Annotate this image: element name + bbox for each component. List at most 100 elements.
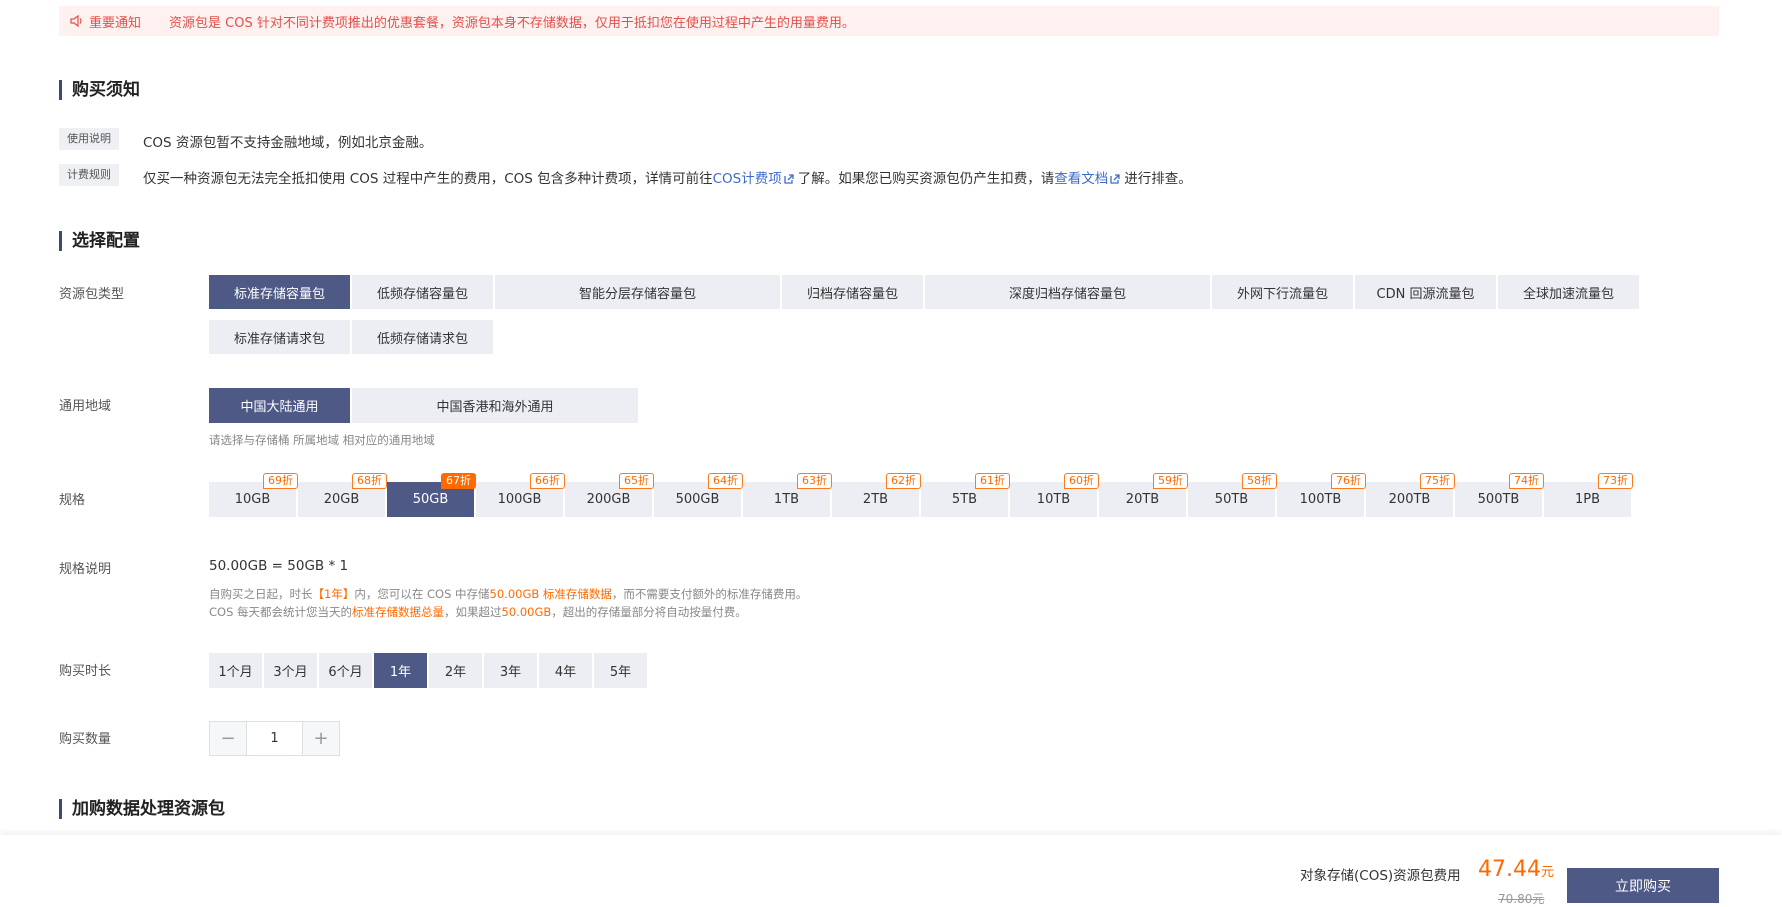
spec-size: 1PB <box>1574 492 1601 507</box>
duration-option[interactable]: 6个月 <box>319 653 372 688</box>
duration-option[interactable]: 3年 <box>484 653 537 688</box>
package-type-option[interactable]: 归档存储容量包 <box>782 275 923 309</box>
package-type-option[interactable]: 智能分层存储容量包 <box>495 275 780 309</box>
cos-billing-link[interactable]: COS计费项 <box>713 171 782 187</box>
discount-badge: 61折 <box>975 473 1010 489</box>
spec-option[interactable]: 20GB 68折 <box>298 473 387 517</box>
spec-note-1a: 自购买之日起，时长 <box>209 587 313 601</box>
spec-option[interactable]: 10GB 69折 <box>209 473 298 517</box>
spec-size: 500GB <box>675 492 720 507</box>
spec-size: 100GB <box>497 492 542 507</box>
spec-option[interactable]: 500GB 64折 <box>654 473 743 517</box>
buy-now-button[interactable]: 立即购买 <box>1567 868 1719 903</box>
discount-badge: 75折 <box>1420 473 1455 489</box>
spec-size: 2TB <box>862 492 889 507</box>
spec-option[interactable]: 100GB 66折 <box>476 473 565 517</box>
package-type-option[interactable]: 全球加速流量包 <box>1498 275 1639 309</box>
discount-badge: 62折 <box>886 473 921 489</box>
package-type-option[interactable]: 深度归档存储容量包 <box>925 275 1210 309</box>
duration-option[interactable]: 3个月 <box>264 653 317 688</box>
discount-badge: 73折 <box>1598 473 1633 489</box>
spec-note-1c: ，而不需要支付额外的标准存储费用。 <box>611 587 808 601</box>
discount-badge: 58折 <box>1242 473 1277 489</box>
duration-option[interactable]: 1年 <box>374 653 427 688</box>
spec-option[interactable]: 200TB 75折 <box>1366 473 1455 517</box>
duration-option[interactable]: 5年 <box>594 653 647 688</box>
spec-option[interactable]: 50TB 58折 <box>1188 473 1277 517</box>
quantity-input[interactable]: 1 <box>246 722 303 755</box>
notice-title: 重要通知 <box>89 15 142 31</box>
external-link-icon <box>784 174 794 184</box>
discount-badge: 60折 <box>1064 473 1099 489</box>
duration-option[interactable]: 4年 <box>539 653 592 688</box>
duration-option[interactable]: 2年 <box>429 653 482 688</box>
package-type-option[interactable]: 低频存储请求包 <box>352 320 493 354</box>
spec-size: 20GB <box>323 492 360 507</box>
spec-option[interactable]: 10TB 60折 <box>1010 473 1099 517</box>
spec-size: 200TB <box>1388 492 1431 507</box>
discount-badge: 74折 <box>1509 473 1544 489</box>
spec-note-2: COS 每天都会统计您当天的标准存储数据总量，如果超过50.00GB，超出的存储… <box>209 604 747 620</box>
discount-badge: 65折 <box>619 473 654 489</box>
spec-note-2a: COS 每天都会统计您当天的 <box>209 605 353 619</box>
spec-size: 5TB <box>951 492 978 507</box>
spec-size: 50TB <box>1214 492 1249 507</box>
spec-option[interactable]: 1PB 73折 <box>1544 473 1633 517</box>
important-notice: 重要通知 资源包是 COS 针对不同计费项推出的优惠套餐，资源包本身不存储数据，… <box>59 6 1719 36</box>
spec-note-duration: 【1年】 <box>312 587 355 601</box>
discount-badge: 64折 <box>708 473 743 489</box>
spec-size: 20TB <box>1125 492 1160 507</box>
spec-note-2b: ，如果超过 <box>444 605 502 619</box>
quantity-minus-button[interactable]: − <box>210 722 246 755</box>
spec-option[interactable]: 100TB 76折 <box>1277 473 1366 517</box>
spec-option[interactable]: 1TB 63折 <box>743 473 832 517</box>
spec-option[interactable]: 5TB 61折 <box>921 473 1010 517</box>
view-docs-link[interactable]: 查看文档 <box>1054 171 1108 187</box>
addon-title: 加购数据处理资源包 <box>59 799 225 819</box>
spec-option[interactable]: 50GB 67折 <box>387 473 476 517</box>
duration-label: 购买时长 <box>59 664 112 679</box>
spec-size: 1TB <box>773 492 800 507</box>
spec-size: 200GB <box>586 492 631 507</box>
region-option[interactable]: 中国大陆通用 <box>209 388 350 423</box>
spec-option[interactable]: 200GB 65折 <box>565 473 654 517</box>
config-title: 选择配置 <box>59 231 140 251</box>
billing-tag: 计费规则 <box>59 164 119 186</box>
spec-option[interactable]: 500TB 74折 <box>1455 473 1544 517</box>
region-label: 通用地域 <box>59 399 112 414</box>
discount-badge: 76折 <box>1331 473 1366 489</box>
discount-badge: 66折 <box>530 473 565 489</box>
duration-option[interactable]: 1个月 <box>209 653 262 688</box>
spec-size: 50GB <box>412 492 449 507</box>
quantity-plus-button[interactable]: + <box>303 722 339 755</box>
package-type-option[interactable]: CDN 回源流量包 <box>1355 275 1496 309</box>
discount-badge: 59折 <box>1153 473 1188 489</box>
package-type-option[interactable]: 外网下行流量包 <box>1212 275 1353 309</box>
billing-text-mid: 了解。如果您已购买资源包仍产生扣费，请 <box>797 171 1055 187</box>
purchase-notes-title: 购买须知 <box>59 80 140 100</box>
spec-label: 规格 <box>59 493 86 508</box>
spec-note-amount: 50.00GB 标准存储数据 <box>489 587 612 601</box>
package-type-option[interactable]: 低频存储容量包 <box>352 275 493 309</box>
spec-size: 10GB <box>234 492 271 507</box>
original-price: 70.80元 <box>1498 892 1545 906</box>
spec-note-1: 自购买之日起，时长【1年】内，您可以在 COS 中存储50.00GB 标准存储数… <box>209 586 807 602</box>
package-type-option[interactable]: 标准存储容量包 <box>209 275 350 309</box>
billing-text-after: 进行排查。 <box>1124 171 1192 187</box>
spec-option[interactable]: 2TB 62折 <box>832 473 921 517</box>
fee-unit: 元 <box>1540 865 1554 880</box>
discount-badge: 63折 <box>797 473 832 489</box>
speaker-icon <box>70 14 82 28</box>
billing-text: 仅买一种资源包无法完全抵扣使用 COS 过程中产生的费用，COS 包含多种计费项… <box>143 167 1192 187</box>
package-type-option[interactable]: 标准存储请求包 <box>209 320 350 354</box>
spec-size: 10TB <box>1036 492 1071 507</box>
spec-option[interactable]: 20TB 59折 <box>1099 473 1188 517</box>
package-type-label: 资源包类型 <box>59 287 125 302</box>
spec-note-total: 标准存储数据总量 <box>352 605 445 619</box>
notice-text: 资源包是 COS 针对不同计费项推出的优惠套餐，资源包本身不存储数据，仅用于抵扣… <box>169 15 855 31</box>
discount-badge: 67折 <box>441 473 476 489</box>
spec-note-2c: ，超出的存储量部分将自动按量付费。 <box>551 605 747 619</box>
region-option[interactable]: 中国香港和海外通用 <box>352 388 638 423</box>
region-hint: 请选择与存储桶 所属地域 相对应的通用地域 <box>209 433 435 447</box>
external-link-icon <box>1110 174 1120 184</box>
